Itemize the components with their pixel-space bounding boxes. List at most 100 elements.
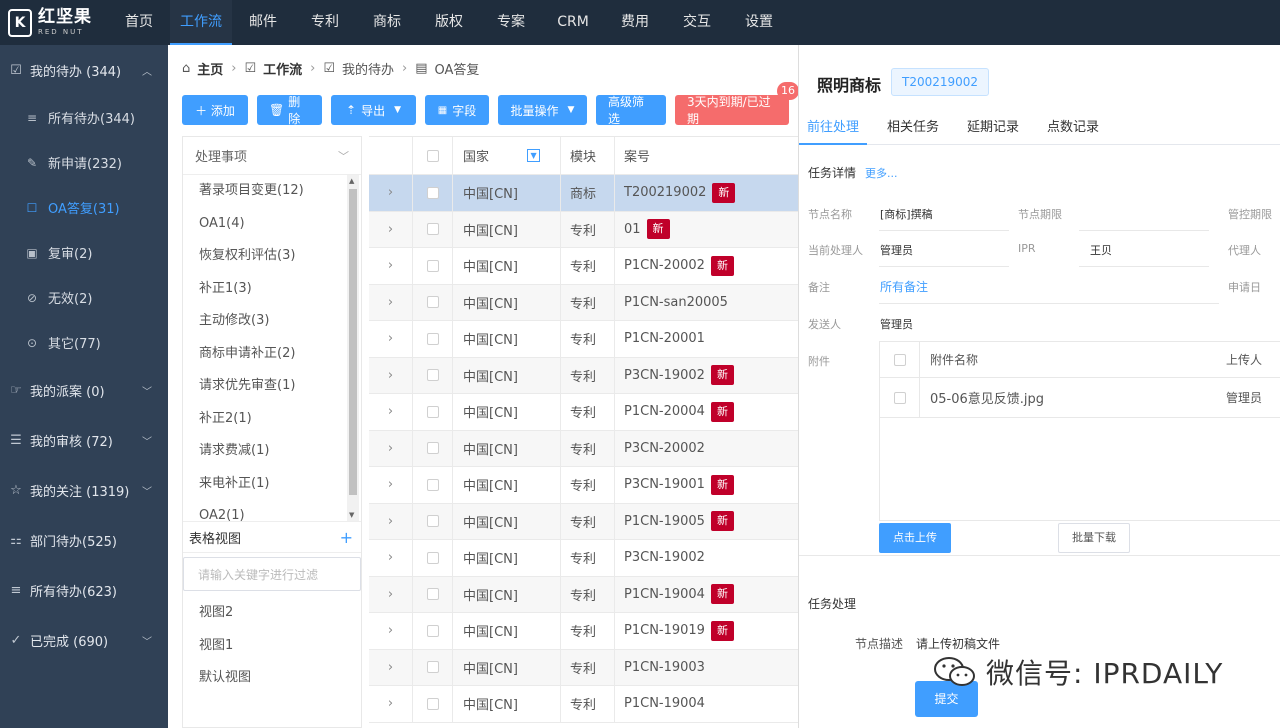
- sidebar-item-0[interactable]: ≡ 所有待办(344): [0, 95, 168, 140]
- due-soon-button[interactable]: 3天内到期/已过期: [675, 95, 789, 126]
- row-checkbox[interactable]: [426, 515, 439, 528]
- filter-select[interactable]: 处理事项 ﹀: [183, 137, 361, 175]
- cell-case-number[interactable]: T200219002: [624, 185, 706, 200]
- table-row[interactable]: › 中国[CN] 专利 P1CN-19005 新: [369, 503, 798, 540]
- row-checkbox[interactable]: [426, 259, 439, 272]
- table-row[interactable]: › 中国[CN] 专利 P1CN-20001: [369, 321, 798, 358]
- filter-item[interactable]: 补正1(3): [183, 273, 361, 306]
- sidebar-item-1[interactable]: ✎ 新申请(232): [0, 140, 168, 185]
- batch-ops-button[interactable]: 批量操作 ▼: [498, 95, 587, 125]
- sidebar-group-1[interactable]: ☰ 我的审核 (72) ﹀: [0, 415, 168, 465]
- filter-dropdown-icon[interactable]: ▼: [527, 149, 541, 162]
- table-row[interactable]: › 中国[CN] 专利 P3CN-19001 新: [369, 467, 798, 504]
- sidebar-item-2[interactable]: ☐ OA答复(31): [0, 185, 168, 230]
- cell-case-number[interactable]: P1CN-20001: [624, 331, 705, 346]
- cell-case-number[interactable]: P1CN-19004: [624, 587, 705, 602]
- expand-chevron-icon[interactable]: ›: [388, 331, 393, 346]
- expand-chevron-icon[interactable]: ›: [388, 623, 393, 638]
- table-row[interactable]: › 中国[CN] 专利 P1CN-20002 新: [369, 248, 798, 285]
- filter-item[interactable]: 商标申请补正(2): [183, 338, 361, 371]
- filter-item[interactable]: OA2(1): [183, 500, 361, 521]
- advanced-filter-button[interactable]: 高级筛选: [596, 95, 666, 126]
- fields-button[interactable]: ▦ 字段: [425, 95, 489, 125]
- table-row[interactable]: › 中国[CN] 专利 P1CN-20004 新: [369, 394, 798, 431]
- batch-download-button[interactable]: 批量下载: [1058, 523, 1130, 553]
- row-checkbox[interactable]: [426, 186, 439, 199]
- breadcrumb-workflow[interactable]: 工作流: [263, 59, 302, 78]
- expand-chevron-icon[interactable]: ›: [388, 587, 393, 602]
- filter-item[interactable]: OA1(4): [183, 208, 361, 241]
- filter-item[interactable]: 请求优先审查(1): [183, 370, 361, 403]
- sidebar-my-todo[interactable]: ☑ 我的待办 (344) ︿: [0, 45, 168, 95]
- cell-case-number[interactable]: P1CN-19003: [624, 660, 705, 675]
- cell-case-number[interactable]: P3CN-19002: [624, 368, 705, 383]
- table-row[interactable]: › 中国[CN] 专利 P3CN-19002: [369, 540, 798, 577]
- cell-case-number[interactable]: P3CN-20002: [624, 441, 705, 456]
- row-checkbox[interactable]: [426, 588, 439, 601]
- cell-case-number[interactable]: P1CN-20004: [624, 404, 705, 419]
- nav-mail[interactable]: 邮件: [232, 0, 294, 45]
- table-row[interactable]: › 中国[CN] 商标 T200219002 新: [369, 175, 798, 212]
- nav-home[interactable]: 首页: [108, 0, 170, 45]
- filter-item[interactable]: 主动修改(3): [183, 305, 361, 338]
- sidebar-item-5[interactable]: ⊙ 其它(77): [0, 320, 168, 365]
- views-search-input[interactable]: 请输入关键字进行过滤: [183, 557, 361, 591]
- sidebar-group-0[interactable]: ☞ 我的派案 (0) ﹀: [0, 365, 168, 415]
- tab-related-tasks[interactable]: 相关任务: [879, 110, 947, 145]
- row-checkbox[interactable]: [426, 369, 439, 382]
- view-item[interactable]: 视图1: [183, 630, 361, 663]
- attachment-select-all[interactable]: [893, 353, 906, 366]
- scrollbar-thumb[interactable]: [349, 189, 357, 495]
- expand-chevron-icon[interactable]: ›: [388, 368, 393, 383]
- expand-chevron-icon[interactable]: ›: [388, 295, 393, 310]
- tab-point-records[interactable]: 点数记录: [1039, 110, 1107, 145]
- row-checkbox[interactable]: [426, 405, 439, 418]
- cell-case-number[interactable]: P1CN-san20005: [624, 295, 728, 310]
- add-button[interactable]: ＋ 添加: [182, 95, 248, 125]
- cell-case-number[interactable]: P3CN-19001: [624, 477, 705, 492]
- expand-chevron-icon[interactable]: ›: [388, 514, 393, 529]
- row-checkbox[interactable]: [426, 478, 439, 491]
- table-row[interactable]: › 中国[CN] 专利 P1CN-19004 新: [369, 576, 798, 613]
- expand-chevron-icon[interactable]: ›: [388, 696, 393, 711]
- filter-item[interactable]: 恢复权利评估(3): [183, 240, 361, 273]
- nav-project[interactable]: 专案: [480, 0, 542, 45]
- scroll-up-icon[interactable]: ▲: [349, 177, 354, 185]
- sidebar-item-4[interactable]: ⊘ 无效(2): [0, 275, 168, 320]
- attachment-checkbox[interactable]: [893, 391, 906, 404]
- cell-case-number[interactable]: 01: [624, 222, 641, 237]
- tab-extension-records[interactable]: 延期记录: [959, 110, 1027, 145]
- expand-chevron-icon[interactable]: ›: [388, 441, 393, 456]
- row-checkbox[interactable]: [426, 661, 439, 674]
- nav-patent[interactable]: 专利: [294, 0, 356, 45]
- cell-case-number[interactable]: P1CN-19005: [624, 514, 705, 529]
- row-checkbox[interactable]: [426, 551, 439, 564]
- nav-copyright[interactable]: 版权: [418, 0, 480, 45]
- all-notes-link[interactable]: 所有备注: [880, 278, 928, 295]
- expand-chevron-icon[interactable]: ›: [388, 404, 393, 419]
- view-item[interactable]: 默认视图: [183, 662, 361, 695]
- table-row[interactable]: › 中国[CN] 专利 P3CN-19002 新: [369, 357, 798, 394]
- sidebar-group-5[interactable]: ✓ 已完成 (690) ﹀: [0, 615, 168, 665]
- nav-workflow[interactable]: 工作流: [170, 0, 232, 45]
- expand-chevron-icon[interactable]: ›: [388, 550, 393, 565]
- logo[interactable]: K 红坚果 RED NUT: [0, 0, 108, 45]
- export-button[interactable]: ⇡ 导出 ▼: [331, 95, 416, 125]
- cell-case-number[interactable]: P3CN-19002: [624, 550, 705, 565]
- delete-button[interactable]: 🗑 删除: [257, 95, 322, 126]
- select-all-checkbox[interactable]: [426, 149, 439, 162]
- table-row[interactable]: › 中国[CN] 专利 P1CN-19019 新: [369, 613, 798, 650]
- breadcrumb-mytodo[interactable]: 我的待办: [342, 59, 394, 78]
- table-row[interactable]: › 中国[CN] 专利 P1CN-19003: [369, 649, 798, 686]
- nav-settings[interactable]: 设置: [728, 0, 790, 45]
- nav-crm[interactable]: CRM: [542, 0, 604, 45]
- more-link[interactable]: 更多...: [865, 165, 898, 181]
- filter-item[interactable]: 请求费减(1): [183, 435, 361, 468]
- add-view-icon[interactable]: +: [340, 528, 353, 547]
- sidebar-item-3[interactable]: ▣ 复审(2): [0, 230, 168, 275]
- nav-interaction[interactable]: 交互: [666, 0, 728, 45]
- table-row[interactable]: › 中国[CN] 专利 P3CN-20002: [369, 430, 798, 467]
- row-checkbox[interactable]: [426, 332, 439, 345]
- view-item[interactable]: 视图2: [183, 597, 361, 630]
- table-row[interactable]: › 中国[CN] 专利 P1CN-san20005: [369, 284, 798, 321]
